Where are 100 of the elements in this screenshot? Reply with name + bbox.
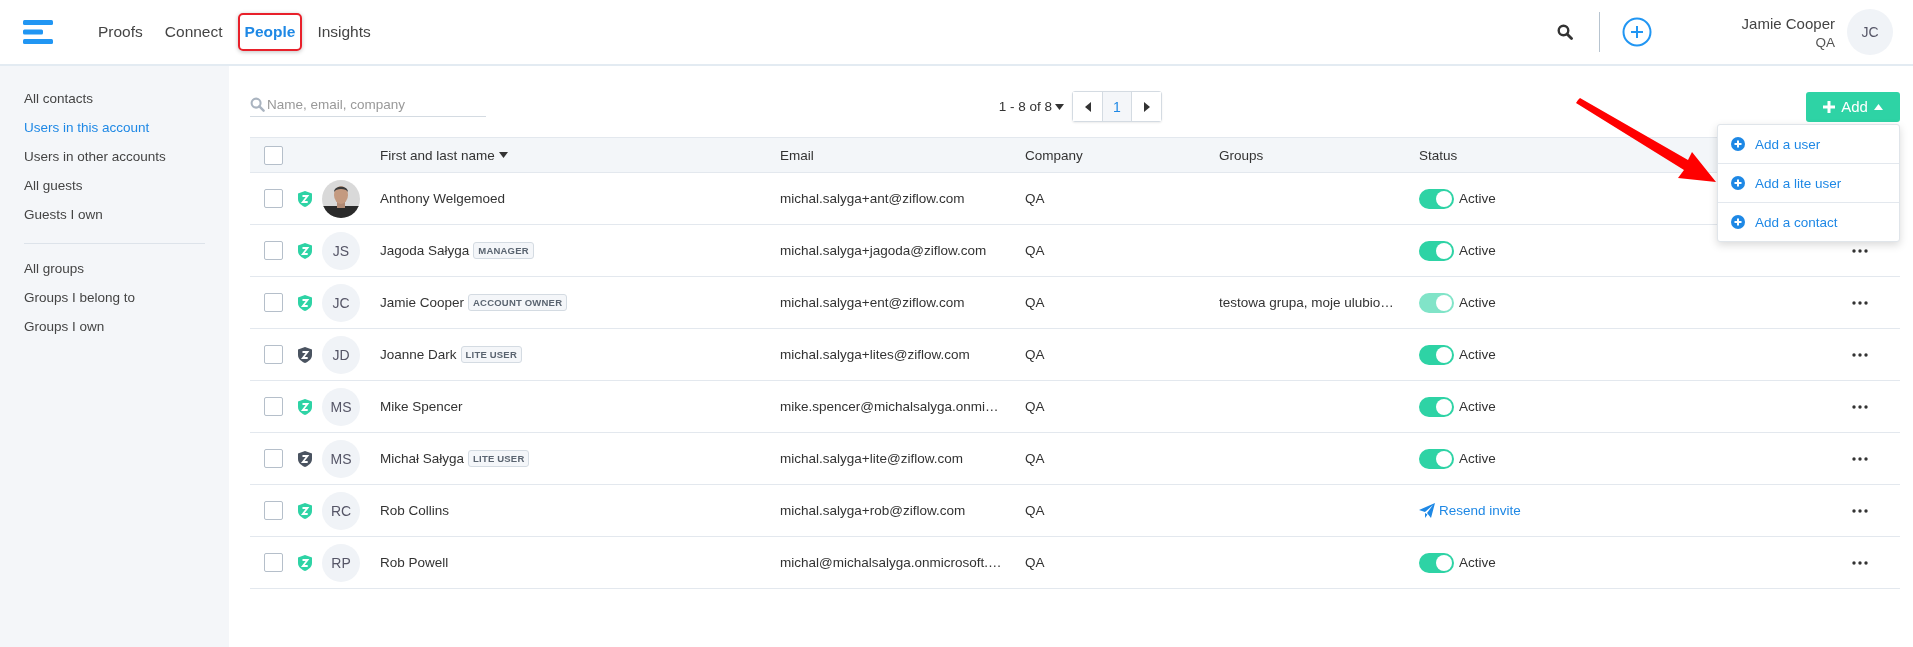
more-icon[interactable] bbox=[1852, 456, 1868, 461]
sort-caret-icon[interactable] bbox=[498, 152, 508, 158]
logo-icon[interactable] bbox=[23, 20, 53, 44]
plus-circle-icon bbox=[1731, 215, 1745, 229]
status-toggle[interactable] bbox=[1419, 396, 1454, 417]
email-cell-text: michal.salyga+lites@ziflow.com bbox=[780, 347, 971, 362]
plus-circle-icon bbox=[1731, 137, 1745, 151]
sidebar-item[interactable]: All contacts bbox=[24, 84, 229, 113]
sidebar-item[interactable]: All guests bbox=[24, 171, 229, 200]
resend-invite-link[interactable]: Resend invite bbox=[1419, 503, 1521, 518]
user-name: Rob Powell bbox=[380, 555, 449, 570]
email-cell-text: michal@michalsalyga.onmicrosoft.… bbox=[780, 555, 1003, 570]
user-avatar: RC bbox=[322, 491, 360, 530]
user-name: Anthony Welgemoed bbox=[380, 191, 506, 206]
user-avatar[interactable]: JC bbox=[1847, 9, 1893, 55]
column-header[interactable]: First and last name bbox=[380, 147, 780, 163]
status-toggle[interactable] bbox=[1419, 344, 1454, 365]
row-checkbox[interactable] bbox=[264, 345, 283, 364]
nav-tab[interactable]: Proofs bbox=[91, 13, 150, 51]
triangle-right-icon bbox=[1142, 101, 1151, 112]
sidebar-item[interactable]: All groups bbox=[24, 254, 229, 283]
nav-tab[interactable]: People bbox=[237, 13, 303, 51]
user-name: Jamie Cooper bbox=[1741, 14, 1835, 32]
user-name: Jagoda Sałyga bbox=[380, 243, 470, 258]
menu-item[interactable]: Add a user bbox=[1718, 125, 1899, 164]
status-toggle[interactable] bbox=[1419, 448, 1454, 469]
more-icon[interactable] bbox=[1852, 560, 1868, 565]
status-toggle[interactable] bbox=[1419, 552, 1454, 573]
email-cell-text: michal.salyga+ant@ziflow.com bbox=[780, 191, 966, 206]
row-checkbox[interactable] bbox=[264, 241, 283, 260]
user-avatar: JD bbox=[322, 335, 360, 374]
user-name: Mike Spencer bbox=[380, 399, 463, 414]
email-cell-text: mike.spencer@michalsalyga.onmi… bbox=[780, 399, 1000, 414]
company-cell-text: QA bbox=[1025, 451, 1046, 466]
column-header[interactable]: Email bbox=[780, 147, 1025, 163]
nav-tab[interactable]: Insights bbox=[310, 13, 378, 51]
status-label: Active bbox=[1459, 243, 1496, 258]
company-cell-text: QA bbox=[1025, 347, 1046, 362]
status-toggle[interactable] bbox=[1419, 240, 1454, 261]
role-badge: LITE USER bbox=[460, 346, 522, 363]
row-checkbox[interactable] bbox=[264, 449, 283, 468]
row-checkbox[interactable] bbox=[264, 293, 283, 312]
user-name: Joanne Dark bbox=[380, 347, 457, 362]
select-all-checkbox[interactable] bbox=[264, 145, 283, 165]
next-page-button[interactable] bbox=[1132, 92, 1161, 121]
row-checkbox[interactable] bbox=[264, 553, 283, 572]
plus-circle-icon bbox=[1731, 176, 1745, 190]
sidebar-item[interactable]: Groups I belong to bbox=[24, 283, 229, 312]
search-icon[interactable] bbox=[1556, 24, 1573, 40]
company-cell-text: QA bbox=[1025, 555, 1046, 570]
more-icon[interactable] bbox=[1852, 300, 1868, 305]
column-header[interactable]: Company bbox=[1025, 147, 1219, 163]
status-label: Active bbox=[1459, 399, 1496, 414]
role-badge: MANAGER bbox=[473, 242, 534, 259]
menu-item[interactable]: Add a lite user bbox=[1718, 164, 1899, 203]
more-icon[interactable] bbox=[1852, 404, 1868, 409]
user-name: Rob Collins bbox=[380, 503, 450, 518]
status-label: Active bbox=[1459, 347, 1496, 362]
sidebar-item[interactable]: Groups I own bbox=[24, 312, 229, 341]
search-icon bbox=[250, 96, 265, 112]
email-cell-text: michal.salyga+jagoda@ziflow.com bbox=[780, 243, 988, 258]
user-org: QA bbox=[1815, 34, 1835, 50]
previous-page-button[interactable] bbox=[1073, 92, 1102, 121]
company-cell-text: QA bbox=[1025, 243, 1046, 258]
status-label: Active bbox=[1459, 191, 1496, 206]
user-avatar: JS bbox=[322, 231, 360, 270]
add-circle-icon[interactable] bbox=[1621, 17, 1652, 47]
role-badge: LITE USER bbox=[468, 450, 530, 467]
company-cell-text: QA bbox=[1025, 191, 1046, 206]
company-cell-text: QA bbox=[1025, 399, 1046, 414]
more-icon[interactable] bbox=[1852, 508, 1868, 513]
groups-cell: testowa grupa, moje ulubio… bbox=[1219, 295, 1394, 310]
status-label: Active bbox=[1459, 555, 1496, 570]
status-toggle[interactable] bbox=[1419, 188, 1454, 209]
email-cell-text: michal.salyga+lite@ziflow.com bbox=[780, 451, 964, 466]
sidebar-item[interactable]: Users in this account bbox=[24, 113, 229, 142]
user-avatar: JC bbox=[322, 283, 360, 322]
caret-icon bbox=[1873, 103, 1883, 110]
more-icon[interactable] bbox=[1852, 248, 1868, 253]
triangle-left-icon bbox=[1083, 101, 1092, 112]
user-avatar: MS bbox=[322, 387, 360, 426]
page-range-dropdown[interactable]: 1 - 8 of 8 bbox=[998, 99, 1072, 114]
user-avatar: RP bbox=[322, 543, 360, 582]
company-cell-text: QA bbox=[1025, 295, 1046, 310]
row-checkbox[interactable] bbox=[264, 397, 283, 416]
status-label: Active bbox=[1459, 295, 1496, 310]
user-name: Jamie Cooper bbox=[380, 295, 465, 310]
menu-item[interactable]: Add a contact bbox=[1718, 203, 1899, 241]
row-checkbox[interactable] bbox=[264, 189, 283, 208]
email-cell-text: michal.salyga+rob@ziflow.com bbox=[780, 503, 967, 518]
sidebar-item[interactable]: Users in other accounts bbox=[24, 142, 229, 171]
sidebar-item[interactable]: Guests I own bbox=[24, 200, 229, 229]
nav-tab[interactable]: Connect bbox=[157, 13, 230, 51]
column-header[interactable]: Groups bbox=[1219, 147, 1419, 163]
row-checkbox[interactable] bbox=[264, 501, 283, 520]
email-cell-text: michal.salyga+ent@ziflow.com bbox=[780, 295, 966, 310]
company-cell-text: QA bbox=[1025, 503, 1046, 518]
more-icon[interactable] bbox=[1852, 352, 1868, 357]
plus-icon bbox=[1823, 100, 1836, 113]
role-badge: ACCOUNT OWNER bbox=[468, 294, 568, 311]
